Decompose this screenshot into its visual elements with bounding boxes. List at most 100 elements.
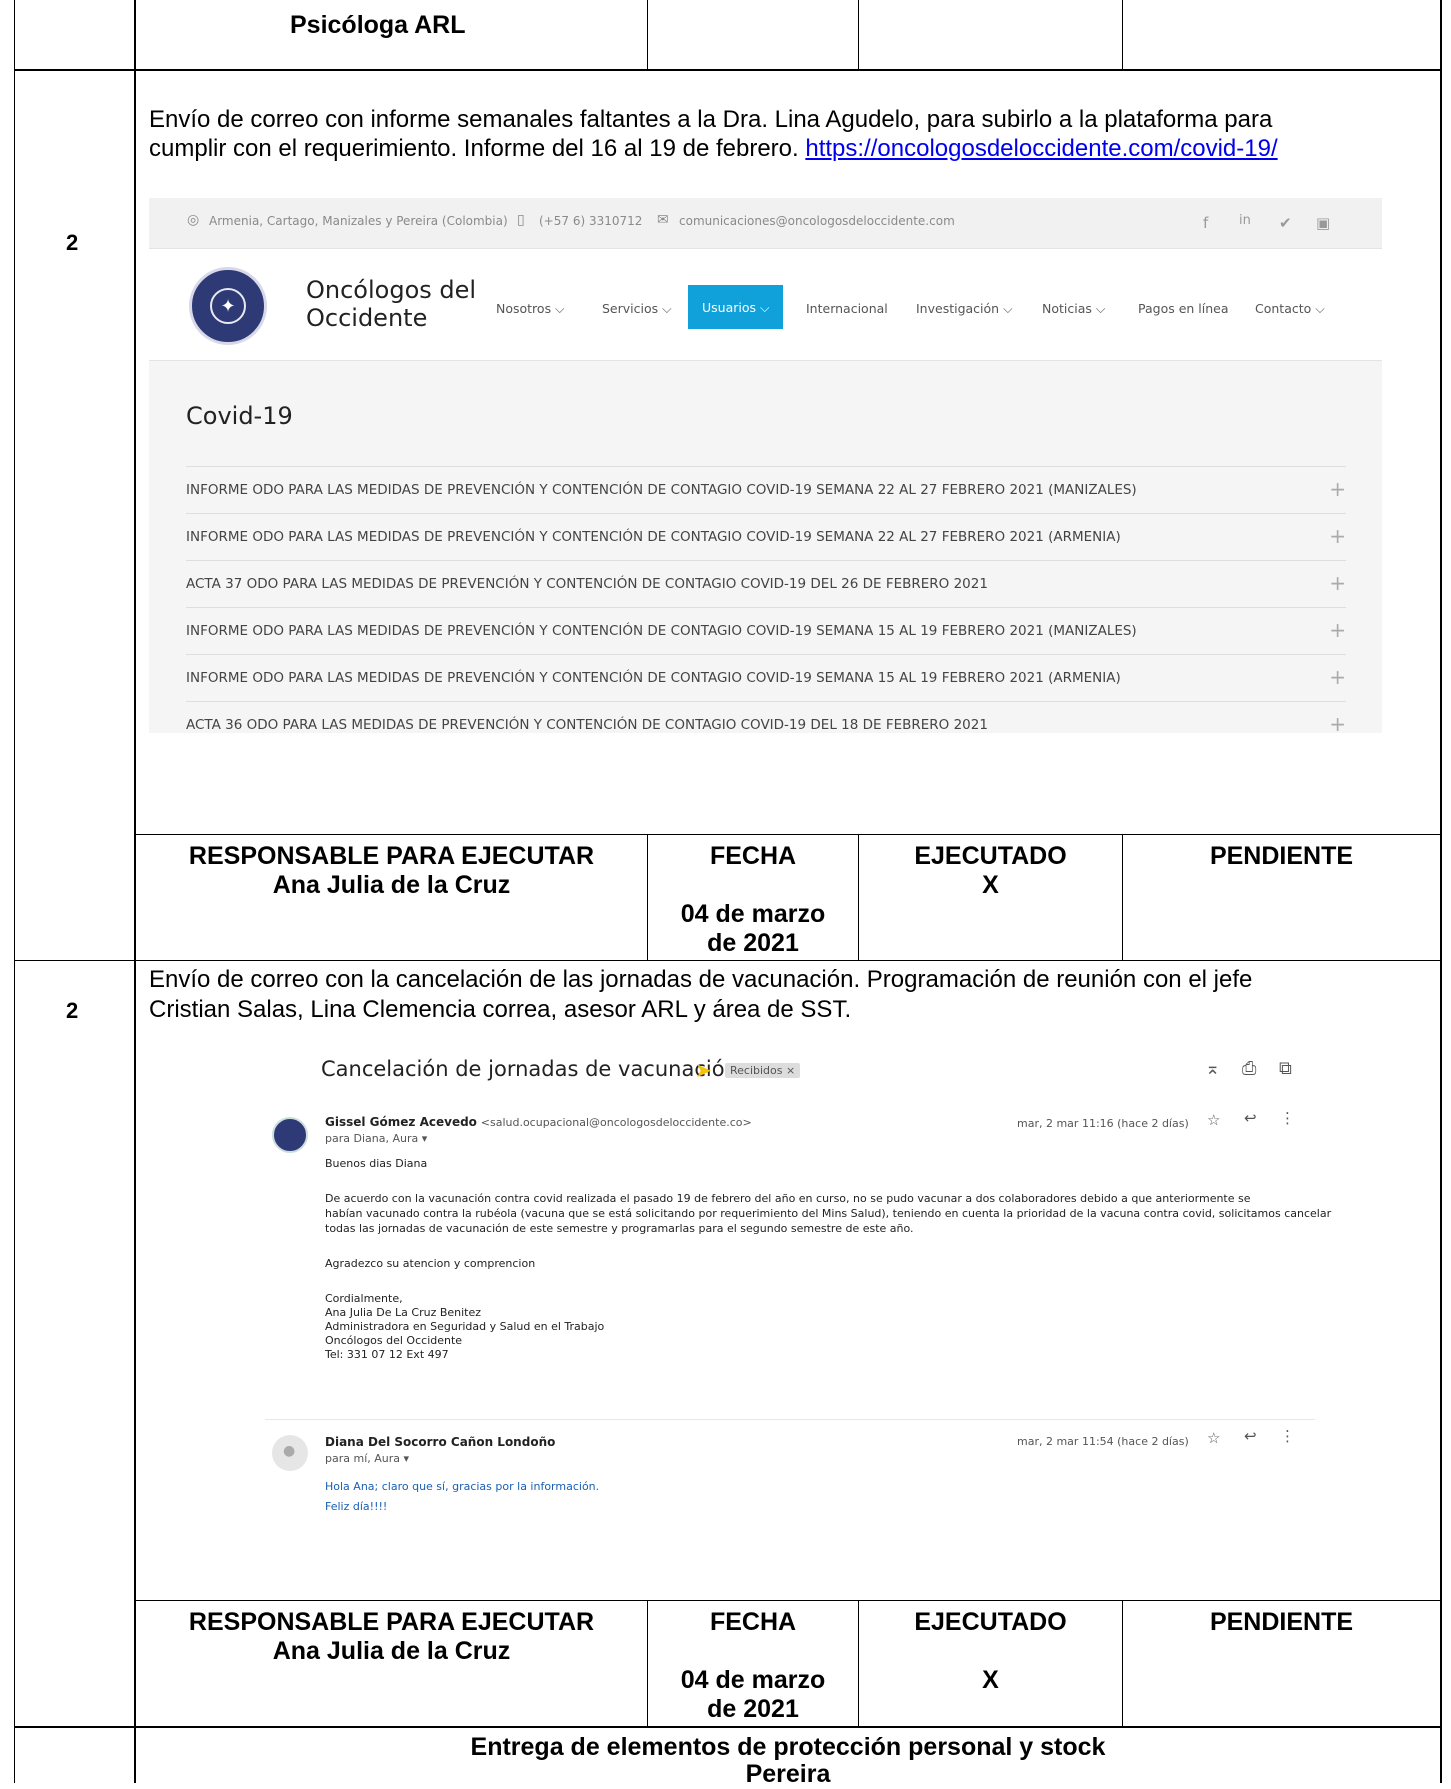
mail-icon: ✉: [657, 212, 669, 228]
topbar-phone: (+57 6) 3310712: [539, 214, 643, 228]
reply-icon[interactable]: ↩: [1244, 1427, 1257, 1445]
table-border: [858, 0, 859, 69]
sender-address: <salud.ocupacional@oncologosdeloccidente…: [480, 1116, 752, 1129]
linkedin-icon[interactable]: in: [1239, 213, 1251, 228]
website-screenshot: ◎ Armenia, Cartago, Manizales y Pereira …: [149, 198, 1382, 733]
nav-pagos[interactable]: Pagos en línea: [1138, 301, 1229, 316]
sender-name[interactable]: Gissel Gómez Acevedo: [325, 1115, 477, 1129]
message-date: mar, 2 mar 11:16 (hace 2 días): [1017, 1117, 1189, 1130]
table-border: [134, 1600, 1442, 1601]
company-logo-icon: ✦: [189, 267, 267, 345]
table-border: [1440, 0, 1442, 1783]
star-icon[interactable]: ☆: [1207, 1111, 1220, 1129]
brand-line1: Oncólogos del: [306, 276, 477, 304]
table-border: [14, 69, 1442, 71]
email-body-line: Agradezco su atencion y comprencion: [325, 1257, 536, 1270]
topbar-email: comunicaciones@oncologosdeloccidente.com: [679, 214, 955, 228]
nav-contacto[interactable]: Contacto ⌵: [1255, 301, 1325, 317]
pendiente-label: PENDIENTE: [1209, 1608, 1354, 1636]
ejecutado-mark: X: [982, 1666, 999, 1694]
accordion-row[interactable]: INFORME ODO PARA LAS MEDIDAS DE PREVENCI…: [186, 513, 1346, 561]
avatar: [272, 1117, 308, 1153]
plus-icon[interactable]: +: [1329, 665, 1346, 689]
section2-paragraph-line2: Cristian Salas, Lina Clemencia correa, a…: [149, 996, 852, 1023]
location-icon: ◎: [187, 212, 200, 228]
section1-paragraph-line1: Envío de correo con informe semanales fa…: [149, 106, 1273, 133]
email-body-line: Oncólogos del Occidente: [325, 1334, 463, 1347]
nav-noticias[interactable]: Noticias ⌵: [1042, 301, 1105, 317]
print-icon[interactable]: ⎙: [1242, 1058, 1256, 1079]
accordion-row[interactable]: ACTA 37 ODO PARA LAS MEDIDAS DE PREVENCI…: [186, 560, 1346, 608]
plus-icon[interactable]: +: [1329, 571, 1346, 595]
email-body-line: De acuerdo con la vacunación contra covi…: [325, 1192, 1251, 1205]
table-border: [14, 0, 15, 1783]
email-body-line: todas las jornadas de vacunación de este…: [325, 1222, 914, 1235]
more-options-icon[interactable]: ⋮: [1280, 1427, 1295, 1445]
youtube-icon[interactable]: ▣: [1316, 214, 1330, 232]
plus-icon[interactable]: +: [1329, 477, 1346, 501]
section2-paragraph-line1: Envío de correo con la cancelación de la…: [149, 966, 1253, 993]
bottom-subtitle: Pereira: [745, 1760, 831, 1788]
reply-icon[interactable]: ↩: [1244, 1109, 1257, 1127]
email-body-line: Feliz día!!!!: [325, 1500, 388, 1513]
recipients[interactable]: para Diana, Aura ▾: [325, 1132, 427, 1145]
responsable-label: RESPONSABLE PARA EJECUTAR: [188, 842, 595, 870]
section1-paragraph-line2: cumplir con el requerimiento. Informe de…: [149, 134, 1278, 163]
recipients[interactable]: para mí, Aura ▾: [325, 1452, 409, 1465]
sender-name[interactable]: Diana Del Socorro Cañon Londoño: [325, 1435, 555, 1449]
top-row-text: Psicóloga ARL: [290, 11, 466, 39]
ejecutado-label: EJECUTADO: [914, 1608, 1067, 1636]
message-divider: [265, 1419, 1315, 1420]
plus-icon[interactable]: +: [1329, 712, 1346, 733]
person-icon: ●: [283, 1443, 296, 1459]
accordion-row[interactable]: INFORME ODO PARA LAS MEDIDAS DE PREVENCI…: [186, 654, 1346, 702]
site-topbar: ◎ Armenia, Cartago, Manizales y Pereira …: [149, 198, 1382, 249]
email-subject: Cancelación de jornadas de vacunación: [321, 1057, 738, 1081]
covid-page-link[interactable]: https://oncologosdeloccidente.com/covid-…: [805, 135, 1277, 162]
nav-internacional[interactable]: Internacional: [806, 301, 888, 316]
accordion-row-title: INFORME ODO PARA LAS MEDIDAS DE PREVENCI…: [186, 482, 1137, 498]
fecha-line2: de 2021: [707, 929, 799, 957]
plus-icon[interactable]: +: [1329, 618, 1346, 642]
row-number: 2: [66, 998, 79, 1023]
fecha-label: FECHA: [709, 1608, 797, 1636]
accordion-row[interactable]: ACTA 36 ODO PARA LAS MEDIDAS DE PREVENCI…: [186, 701, 1346, 733]
phone-icon: ▯: [517, 212, 525, 228]
table-border: [134, 834, 1442, 835]
responsable-label: RESPONSABLE PARA EJECUTAR: [188, 1608, 595, 1636]
plus-icon[interactable]: +: [1329, 524, 1346, 548]
bottom-title: Entrega de elementos de protección perso…: [470, 1733, 1106, 1761]
nav-nosotros[interactable]: Nosotros ⌵: [496, 301, 565, 317]
collapse-icon[interactable]: ⌅: [1205, 1058, 1220, 1079]
section1-paragraph-text: cumplir con el requerimiento. Informe de…: [149, 135, 799, 162]
table-border: [14, 960, 1442, 961]
fecha-label: FECHA: [709, 842, 797, 870]
email-body-line: Administradora en Seguridad y Salud en e…: [325, 1320, 605, 1333]
nav-servicios[interactable]: Servicios ⌵: [602, 301, 672, 317]
accordion-row[interactable]: INFORME ODO PARA LAS MEDIDAS DE PREVENCI…: [186, 466, 1346, 514]
message-date: mar, 2 mar 11:54 (hace 2 días): [1017, 1435, 1189, 1448]
ejecutado-mark: X: [982, 871, 999, 899]
table-border: [1122, 0, 1123, 69]
more-options-icon[interactable]: ⋮: [1280, 1109, 1295, 1127]
row-number: 2: [66, 230, 79, 255]
sender-line: Diana Del Socorro Cañon Londoño: [325, 1435, 555, 1449]
nav-investigacion[interactable]: Investigación ⌵: [916, 301, 1013, 317]
email-body-line: Ana Julia De La Cruz Benitez: [325, 1306, 482, 1319]
nav-usuarios-label: Usuarios ⌵: [702, 300, 770, 315]
accordion-row[interactable]: INFORME ODO PARA LAS MEDIDAS DE PREVENCI…: [186, 607, 1346, 655]
twitter-icon[interactable]: ✔: [1279, 214, 1292, 232]
responsable-name: Ana Julia de la Cruz: [272, 871, 511, 899]
topbar-location: Armenia, Cartago, Manizales y Pereira (C…: [209, 214, 508, 228]
facebook-icon[interactable]: f: [1203, 214, 1208, 232]
open-new-window-icon[interactable]: ⧉: [1279, 1058, 1292, 1079]
star-icon[interactable]: ☆: [1207, 1429, 1220, 1447]
accordion-row-title: ACTA 37 ODO PARA LAS MEDIDAS DE PREVENCI…: [186, 576, 988, 592]
brand-name[interactable]: Oncólogos del Occidente: [306, 276, 476, 332]
table-border: [647, 0, 648, 69]
nav-usuarios[interactable]: Usuarios ⌵: [688, 285, 783, 329]
label-tag[interactable]: Recibidos ×: [725, 1063, 801, 1078]
compass-icon: ✦: [220, 296, 236, 317]
important-marker-icon[interactable]: ➤: [695, 1058, 712, 1082]
table-border: [14, 1726, 1442, 1728]
